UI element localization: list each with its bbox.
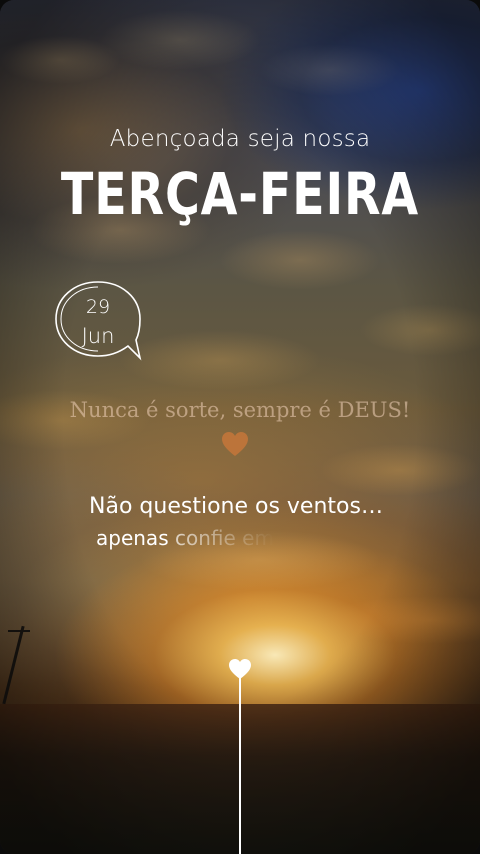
weekday-title: TERÇA-FEIRA (60, 160, 420, 228)
date-badge: 29 Jun (52, 278, 144, 362)
quote-text: Nunca é sorte, sempre é DEUS! (69, 398, 411, 422)
message-line-1: Não questione os ventos… (89, 494, 383, 519)
date-month: Jun (81, 324, 115, 348)
greeting-subtitle: Abençoada seja nossa (109, 126, 371, 152)
heart-stem-line (239, 678, 241, 854)
message-line-2-visible: apenas (96, 526, 169, 550)
speech-bubble-outline (55, 281, 142, 361)
white-heart-icon (229, 659, 251, 679)
story-frame: Abençoada seja nossa TERÇA-FEIRA 29 Jun … (0, 0, 480, 854)
message-line-2: apenas confie em (96, 526, 274, 550)
date-day: 29 (85, 296, 111, 318)
message-line-2-fading: confie em (174, 526, 274, 550)
orange-heart-icon (222, 432, 248, 456)
